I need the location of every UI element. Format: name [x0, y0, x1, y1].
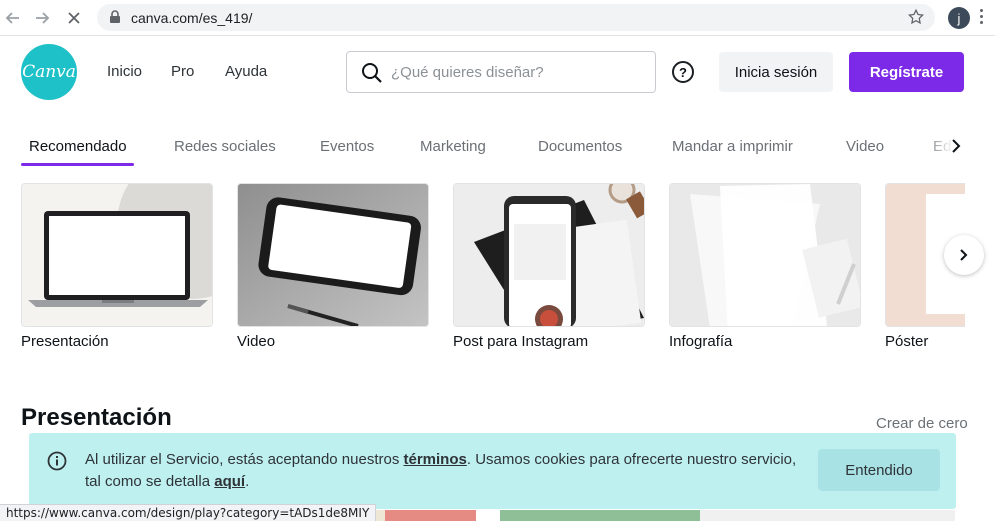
- tab-mandar-a-imprimir[interactable]: Mandar a imprimir: [672, 138, 793, 155]
- nav-inicio[interactable]: Inicio: [107, 63, 142, 80]
- card-presentacion[interactable]: [21, 183, 213, 327]
- laptop-illustration: [22, 184, 212, 326]
- profile-avatar[interactable]: j: [948, 7, 970, 29]
- search-icon: [361, 62, 383, 89]
- category-tabs: Recomendado Redes sociales Eventos Marke…: [0, 130, 965, 170]
- signup-button[interactable]: Regístrate: [849, 52, 964, 92]
- lock-icon: [109, 10, 121, 29]
- card-infografia[interactable]: [669, 183, 861, 327]
- help-icon[interactable]: ?: [672, 61, 694, 83]
- tab-marketing[interactable]: Marketing: [420, 138, 486, 155]
- tabs-scroll-right-icon[interactable]: [950, 138, 962, 159]
- template-thumbnail-strip-2: [500, 510, 700, 521]
- phone-landscape-illustration: [238, 184, 428, 326]
- carousel-next-button[interactable]: [944, 235, 984, 275]
- tab-recomendado[interactable]: Recomendado: [29, 138, 127, 155]
- card-post-instagram[interactable]: [453, 183, 645, 327]
- card-label-post-instagram[interactable]: Post para Instagram: [453, 333, 588, 350]
- phone-instagram-illustration: [454, 184, 644, 326]
- cookie-message: Al utilizar el Servicio, estás aceptando…: [85, 449, 805, 493]
- cookie-text-1: Al utilizar el Servicio, estás aceptando…: [85, 451, 404, 468]
- cookie-text-3: .: [245, 473, 250, 490]
- card-label-presentacion[interactable]: Presentación: [21, 333, 109, 350]
- info-icon: [47, 451, 67, 476]
- forward-icon[interactable]: [31, 7, 53, 29]
- tab-eventos[interactable]: Eventos: [320, 138, 374, 155]
- active-tab-indicator: [21, 163, 134, 166]
- card-video[interactable]: [237, 183, 429, 327]
- card-label-poster[interactable]: Póster: [885, 333, 928, 350]
- browser-toolbar: canva.com/es_419/ j: [0, 0, 995, 36]
- status-bar-url: https://www.canva.com/design/play?catego…: [0, 504, 377, 521]
- login-button[interactable]: Inicia sesión: [719, 52, 833, 92]
- nav-pro[interactable]: Pro: [171, 63, 194, 80]
- canva-logo[interactable]: Canva: [21, 44, 77, 100]
- tab-documentos[interactable]: Documentos: [538, 138, 622, 155]
- template-thumbnail-strip-3: [700, 510, 955, 521]
- paper-illustration: [670, 184, 860, 326]
- card-label-video[interactable]: Video: [237, 333, 275, 350]
- address-bar[interactable]: canva.com/es_419/: [97, 4, 935, 31]
- stop-loading-icon[interactable]: [63, 7, 85, 29]
- tab-video[interactable]: Video: [846, 138, 884, 155]
- cookie-banner: Al utilizar el Servicio, estás aceptando…: [29, 433, 956, 509]
- url-text: canva.com/es_419/: [131, 10, 253, 26]
- nav-ayuda[interactable]: Ayuda: [225, 63, 267, 80]
- browser-menu-icon[interactable]: [980, 9, 984, 27]
- back-icon[interactable]: [2, 7, 24, 29]
- bookmark-star-icon[interactable]: [907, 8, 925, 31]
- tab-redes-sociales[interactable]: Redes sociales: [174, 138, 276, 155]
- card-label-infografia[interactable]: Infografía: [669, 333, 732, 350]
- accept-cookies-button[interactable]: Entendido: [818, 449, 940, 491]
- create-from-scratch-link[interactable]: Crear de cero: [876, 415, 968, 432]
- here-link[interactable]: aquí: [214, 473, 245, 490]
- section-title: Presentación: [21, 404, 172, 431]
- search-input[interactable]: ¿Qué quieres diseñar?: [346, 51, 656, 93]
- terms-link[interactable]: términos: [404, 451, 467, 468]
- chevron-right-icon: [960, 249, 968, 261]
- search-placeholder: ¿Qué quieres diseñar?: [391, 64, 544, 81]
